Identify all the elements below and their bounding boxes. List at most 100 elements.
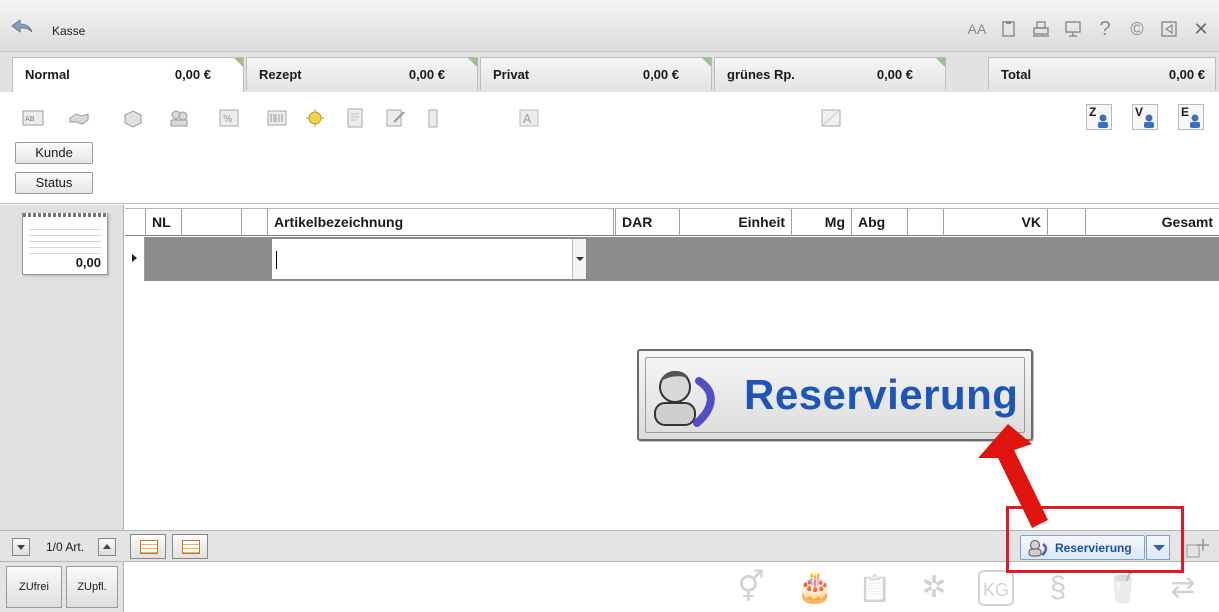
row-selector[interactable] bbox=[125, 237, 145, 281]
article-count: 1/0 Art. bbox=[46, 540, 85, 554]
svg-text:AB: AB bbox=[25, 115, 35, 123]
reservation-phone-icon bbox=[654, 370, 715, 427]
tab-privat[interactable]: Privat 0,00 € bbox=[480, 57, 712, 90]
article-input[interactable] bbox=[271, 238, 587, 280]
tab-label: grünes Rp. bbox=[727, 67, 795, 82]
weight-kg-icon[interactable]: KG bbox=[978, 570, 1014, 606]
clipboard-check-icon[interactable]: 📋 bbox=[857, 570, 893, 606]
zufrei-button[interactable]: ZUfrei bbox=[6, 566, 62, 608]
tab-label: Total bbox=[1001, 67, 1032, 82]
add-icon[interactable] bbox=[1183, 537, 1213, 559]
col-abg[interactable]: Abg bbox=[851, 209, 907, 236]
minimize-icon[interactable] bbox=[1159, 20, 1179, 38]
article-card-icon[interactable]: AB bbox=[22, 108, 44, 128]
table-import-icon bbox=[140, 540, 158, 554]
birthday-cake-icon[interactable]: 🎂 bbox=[796, 570, 833, 606]
font-size-icon[interactable]: AA bbox=[967, 20, 987, 38]
pointer-arrow-icon bbox=[978, 424, 1048, 528]
z-customer-button[interactable]: Z bbox=[1086, 104, 1112, 130]
tab-value: 0,00 € bbox=[876, 67, 913, 82]
monitor-icon[interactable] bbox=[1063, 20, 1083, 38]
e-customer-button[interactable]: E bbox=[1178, 104, 1204, 130]
col-einheit[interactable]: Einheit bbox=[679, 209, 791, 236]
copyright-icon[interactable]: © bbox=[1127, 20, 1147, 38]
table-row[interactable] bbox=[125, 237, 1219, 281]
tab-value: 0,00 € bbox=[1168, 67, 1205, 82]
tab-value: 0,00 € bbox=[642, 67, 679, 82]
tab-corner-marker bbox=[234, 58, 243, 67]
tree-icon[interactable]: ✲ bbox=[916, 570, 952, 606]
window-title: Kasse bbox=[52, 24, 86, 38]
tab-corner-marker bbox=[936, 58, 945, 67]
col-blank-4[interactable] bbox=[907, 209, 943, 236]
tab-corner-marker bbox=[702, 58, 711, 67]
help-icon[interactable]: ? bbox=[1095, 19, 1115, 39]
customer-icon bbox=[1144, 114, 1154, 128]
col-blank-5[interactable] bbox=[1047, 209, 1085, 236]
zupfl-button[interactable]: ZUpfl. bbox=[66, 566, 118, 608]
v-customer-button[interactable]: V bbox=[1132, 104, 1158, 130]
svg-text:%: % bbox=[223, 114, 233, 125]
col-mg[interactable]: Mg bbox=[791, 209, 851, 236]
scroll-down-button[interactable] bbox=[12, 538, 30, 556]
col-blank-1[interactable] bbox=[181, 209, 241, 236]
clipboard-icon[interactable] bbox=[999, 20, 1019, 38]
customer-icon bbox=[1098, 114, 1108, 128]
tabs-row: Normal 0,00 € Rezept 0,00 € Privat 0,00 … bbox=[0, 52, 1219, 92]
gender-icon[interactable]: ⚥ bbox=[733, 570, 769, 606]
zoom-reservation-label: Reservierung bbox=[744, 371, 1019, 418]
tab-value: 0,00 € bbox=[408, 67, 445, 82]
col-artikelbezeichnung[interactable]: Artikelbezeichnung bbox=[267, 209, 613, 236]
svg-text:A: A bbox=[523, 112, 532, 126]
package-icon[interactable] bbox=[122, 108, 144, 128]
tab-value: 0,00 € bbox=[174, 67, 211, 82]
kunde-button[interactable]: Kunde bbox=[15, 142, 93, 164]
table-import-button[interactable] bbox=[130, 534, 166, 559]
article-dropdown-button[interactable] bbox=[572, 239, 586, 279]
back-arrow-icon[interactable] bbox=[10, 18, 34, 34]
sparkle-icon[interactable] bbox=[304, 108, 326, 128]
col-blank-2[interactable] bbox=[241, 209, 267, 236]
close-icon[interactable]: ✕ bbox=[1191, 20, 1211, 38]
receipt-perforation bbox=[23, 213, 107, 217]
col-nl[interactable]: NL bbox=[145, 209, 181, 236]
discount-icon[interactable]: % bbox=[218, 108, 240, 128]
footer-left: ZUfrei ZUpfl. bbox=[0, 562, 124, 612]
tab-normal[interactable]: Normal 0,00 € bbox=[12, 57, 244, 92]
printer-icon[interactable] bbox=[1031, 20, 1051, 38]
table-export-button[interactable] bbox=[172, 534, 208, 559]
scroll-up-button[interactable] bbox=[98, 538, 116, 556]
translate-icon[interactable]: A bbox=[518, 108, 540, 128]
col-vk[interactable]: VK bbox=[943, 209, 1047, 236]
drink-icon[interactable]: 🥤 bbox=[1104, 570, 1141, 606]
col-dar[interactable]: DAR bbox=[615, 209, 679, 236]
document-edit-icon[interactable] bbox=[384, 108, 406, 128]
tab-label: Rezept bbox=[259, 67, 302, 82]
customer-icon bbox=[1190, 114, 1200, 128]
persons-icon[interactable] bbox=[168, 108, 190, 128]
table-export-icon bbox=[182, 540, 200, 554]
tab-gruenes-rp[interactable]: grünes Rp. 0,00 € bbox=[714, 57, 946, 90]
receipt-lines bbox=[29, 224, 101, 254]
col-gesamt[interactable]: Gesamt bbox=[1085, 209, 1219, 236]
tab-label: Privat bbox=[493, 67, 530, 82]
document-person-icon[interactable] bbox=[344, 108, 366, 128]
toolbar: AB % A Z V E Kunde Status bbox=[0, 92, 1219, 204]
title-bar: Kasse AA ? © ✕ bbox=[0, 0, 1219, 52]
tab-label: Normal bbox=[25, 67, 70, 82]
grid-header: NL Artikelbezeichnung DAR Einheit Mg Abg… bbox=[125, 208, 1219, 236]
handshake-icon[interactable] bbox=[68, 108, 90, 128]
note-icon[interactable] bbox=[820, 108, 842, 128]
tab-corner-marker bbox=[468, 58, 477, 67]
status-button[interactable]: Status bbox=[15, 172, 93, 194]
kidney-icon[interactable]: § bbox=[1040, 570, 1076, 606]
bottle-icon[interactable] bbox=[422, 108, 444, 128]
transfer-icon[interactable]: ⇄ bbox=[1165, 570, 1201, 606]
tab-total[interactable]: Total 0,00 € bbox=[988, 57, 1216, 90]
receipt-panel: 0,00 bbox=[0, 205, 124, 530]
barcode-icon[interactable] bbox=[266, 108, 288, 128]
receipt-card[interactable]: 0,00 bbox=[22, 213, 108, 275]
receipt-amount: 0,00 bbox=[75, 255, 101, 270]
text-caret bbox=[276, 251, 277, 269]
tab-rezept[interactable]: Rezept 0,00 € bbox=[246, 57, 478, 90]
